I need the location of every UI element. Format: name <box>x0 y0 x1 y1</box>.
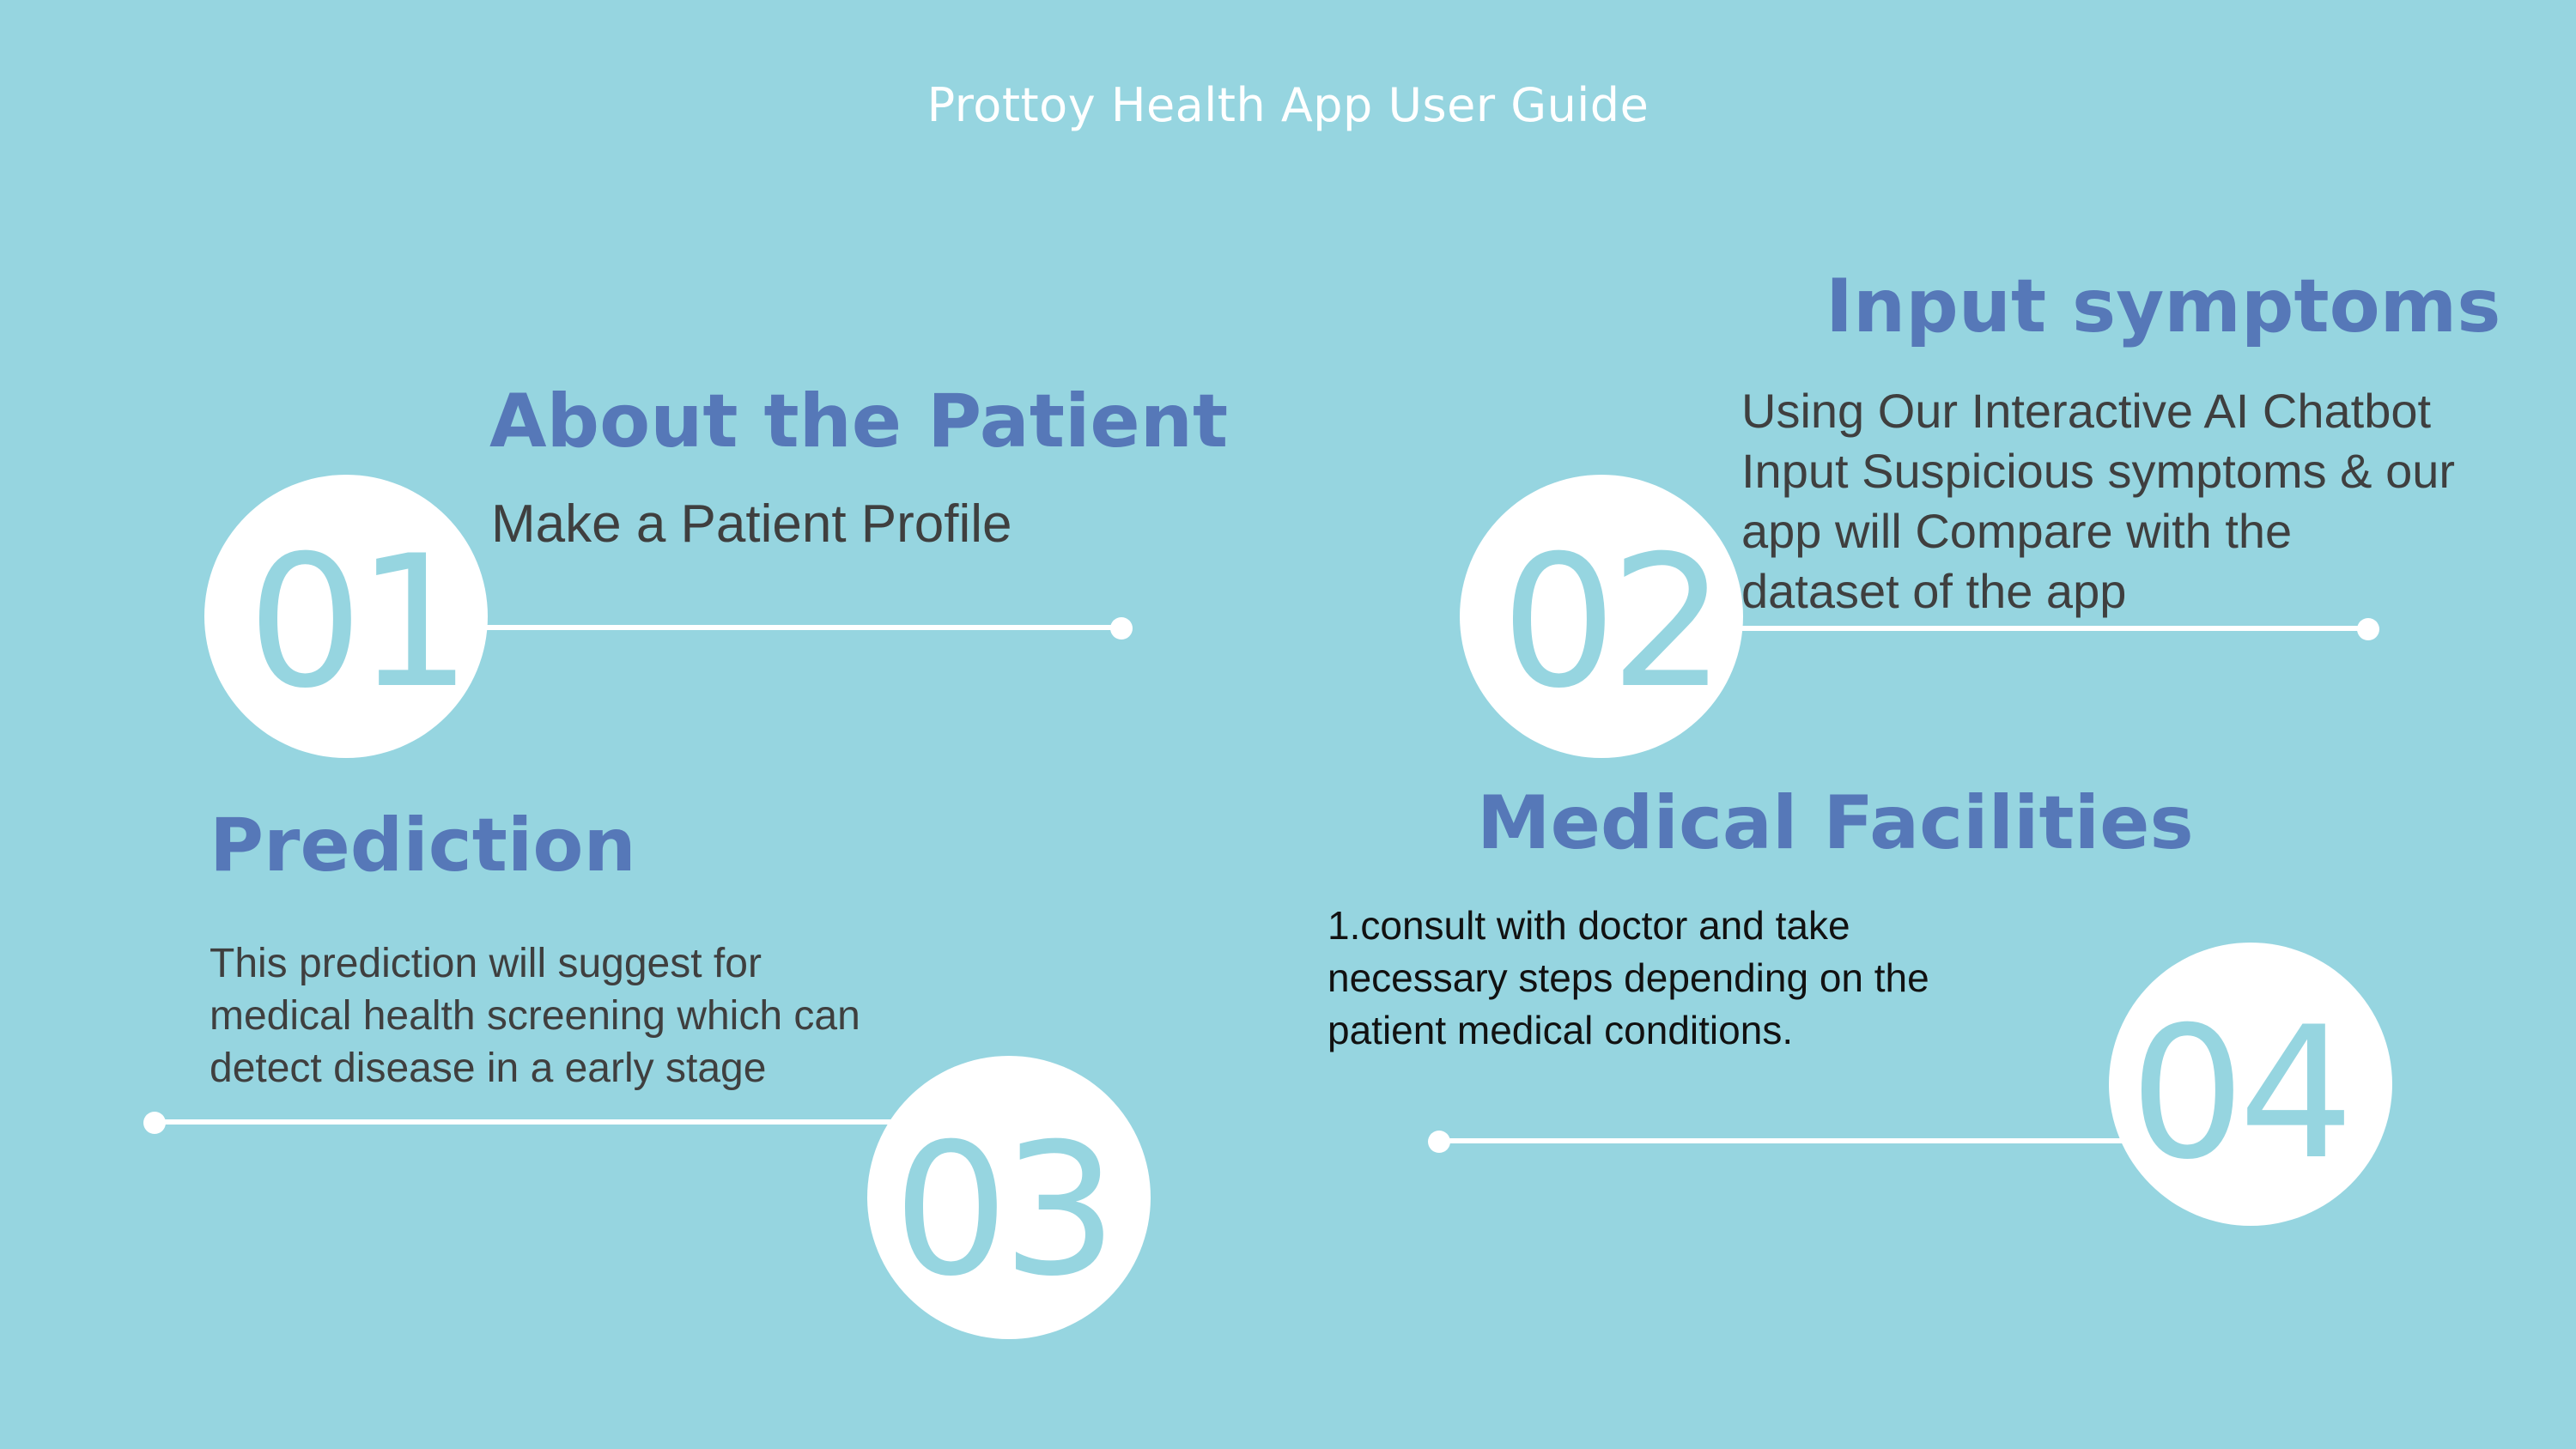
step-04-connector-line <box>1439 1138 2143 1143</box>
step-01-number-circle: 01 <box>204 475 488 758</box>
step-03-description-line: This prediction will suggest for <box>210 941 762 986</box>
step-04-connector-dot <box>1428 1131 1450 1153</box>
step-03-description-line: medical health screening which can <box>210 993 860 1039</box>
step-01-connector-line <box>481 625 1121 630</box>
step-01-description-line: Make a Patient Profile <box>491 494 1012 554</box>
step-03-connector-line <box>155 1119 910 1125</box>
step-04-description-line: necessary steps depending on the <box>1327 955 1929 1000</box>
step-01-description: Make a Patient Profile <box>491 491 1012 558</box>
step-01-connector-dot <box>1110 617 1133 640</box>
step-04-number: 04 <box>2129 987 2354 1199</box>
step-03-description-line: detect disease in a early stage <box>210 1046 767 1091</box>
step-02-number-circle: 02 <box>1460 475 1743 758</box>
step-03-number: 03 <box>893 1104 1118 1316</box>
step-04-description-line: 1.consult with doctor and take <box>1327 903 1850 948</box>
page-title: Prottoy Health App User Guide <box>927 78 1649 132</box>
step-04-description-line: patient medical conditions. <box>1327 1008 1794 1052</box>
step-04-number-circle: 04 <box>2109 943 2392 1226</box>
step-02-description: Using Our Interactive AI Chatbot Input S… <box>1741 381 2455 621</box>
step-02-description-line: dataset of the app <box>1741 564 2127 618</box>
step-02-description-line: Input Suspicious symptoms & our <box>1741 444 2456 498</box>
step-02-description-line: Using Our Interactive AI Chatbot <box>1741 384 2432 438</box>
step-04-heading: Medical Facilities <box>1477 780 2194 866</box>
step-02-description-line: app will Compare with the <box>1741 504 2293 558</box>
step-02-connector-line <box>1735 626 2375 631</box>
step-01-heading: About the Patient <box>489 379 1229 464</box>
step-03-connector-dot <box>143 1112 166 1134</box>
step-03-heading: Prediction <box>210 803 636 888</box>
step-02-heading: Input symptoms <box>1826 264 2501 349</box>
guide-slide: Prottoy Health App User Guide 01 About t… <box>0 0 2576 1449</box>
step-01-number: 01 <box>247 516 472 728</box>
step-02-number: 02 <box>1501 516 1726 728</box>
step-04-description: 1.consult with doctor and take necessary… <box>1327 900 1929 1057</box>
step-03-number-circle: 03 <box>867 1056 1151 1339</box>
step-03-description: This prediction will suggest for medical… <box>210 937 860 1094</box>
